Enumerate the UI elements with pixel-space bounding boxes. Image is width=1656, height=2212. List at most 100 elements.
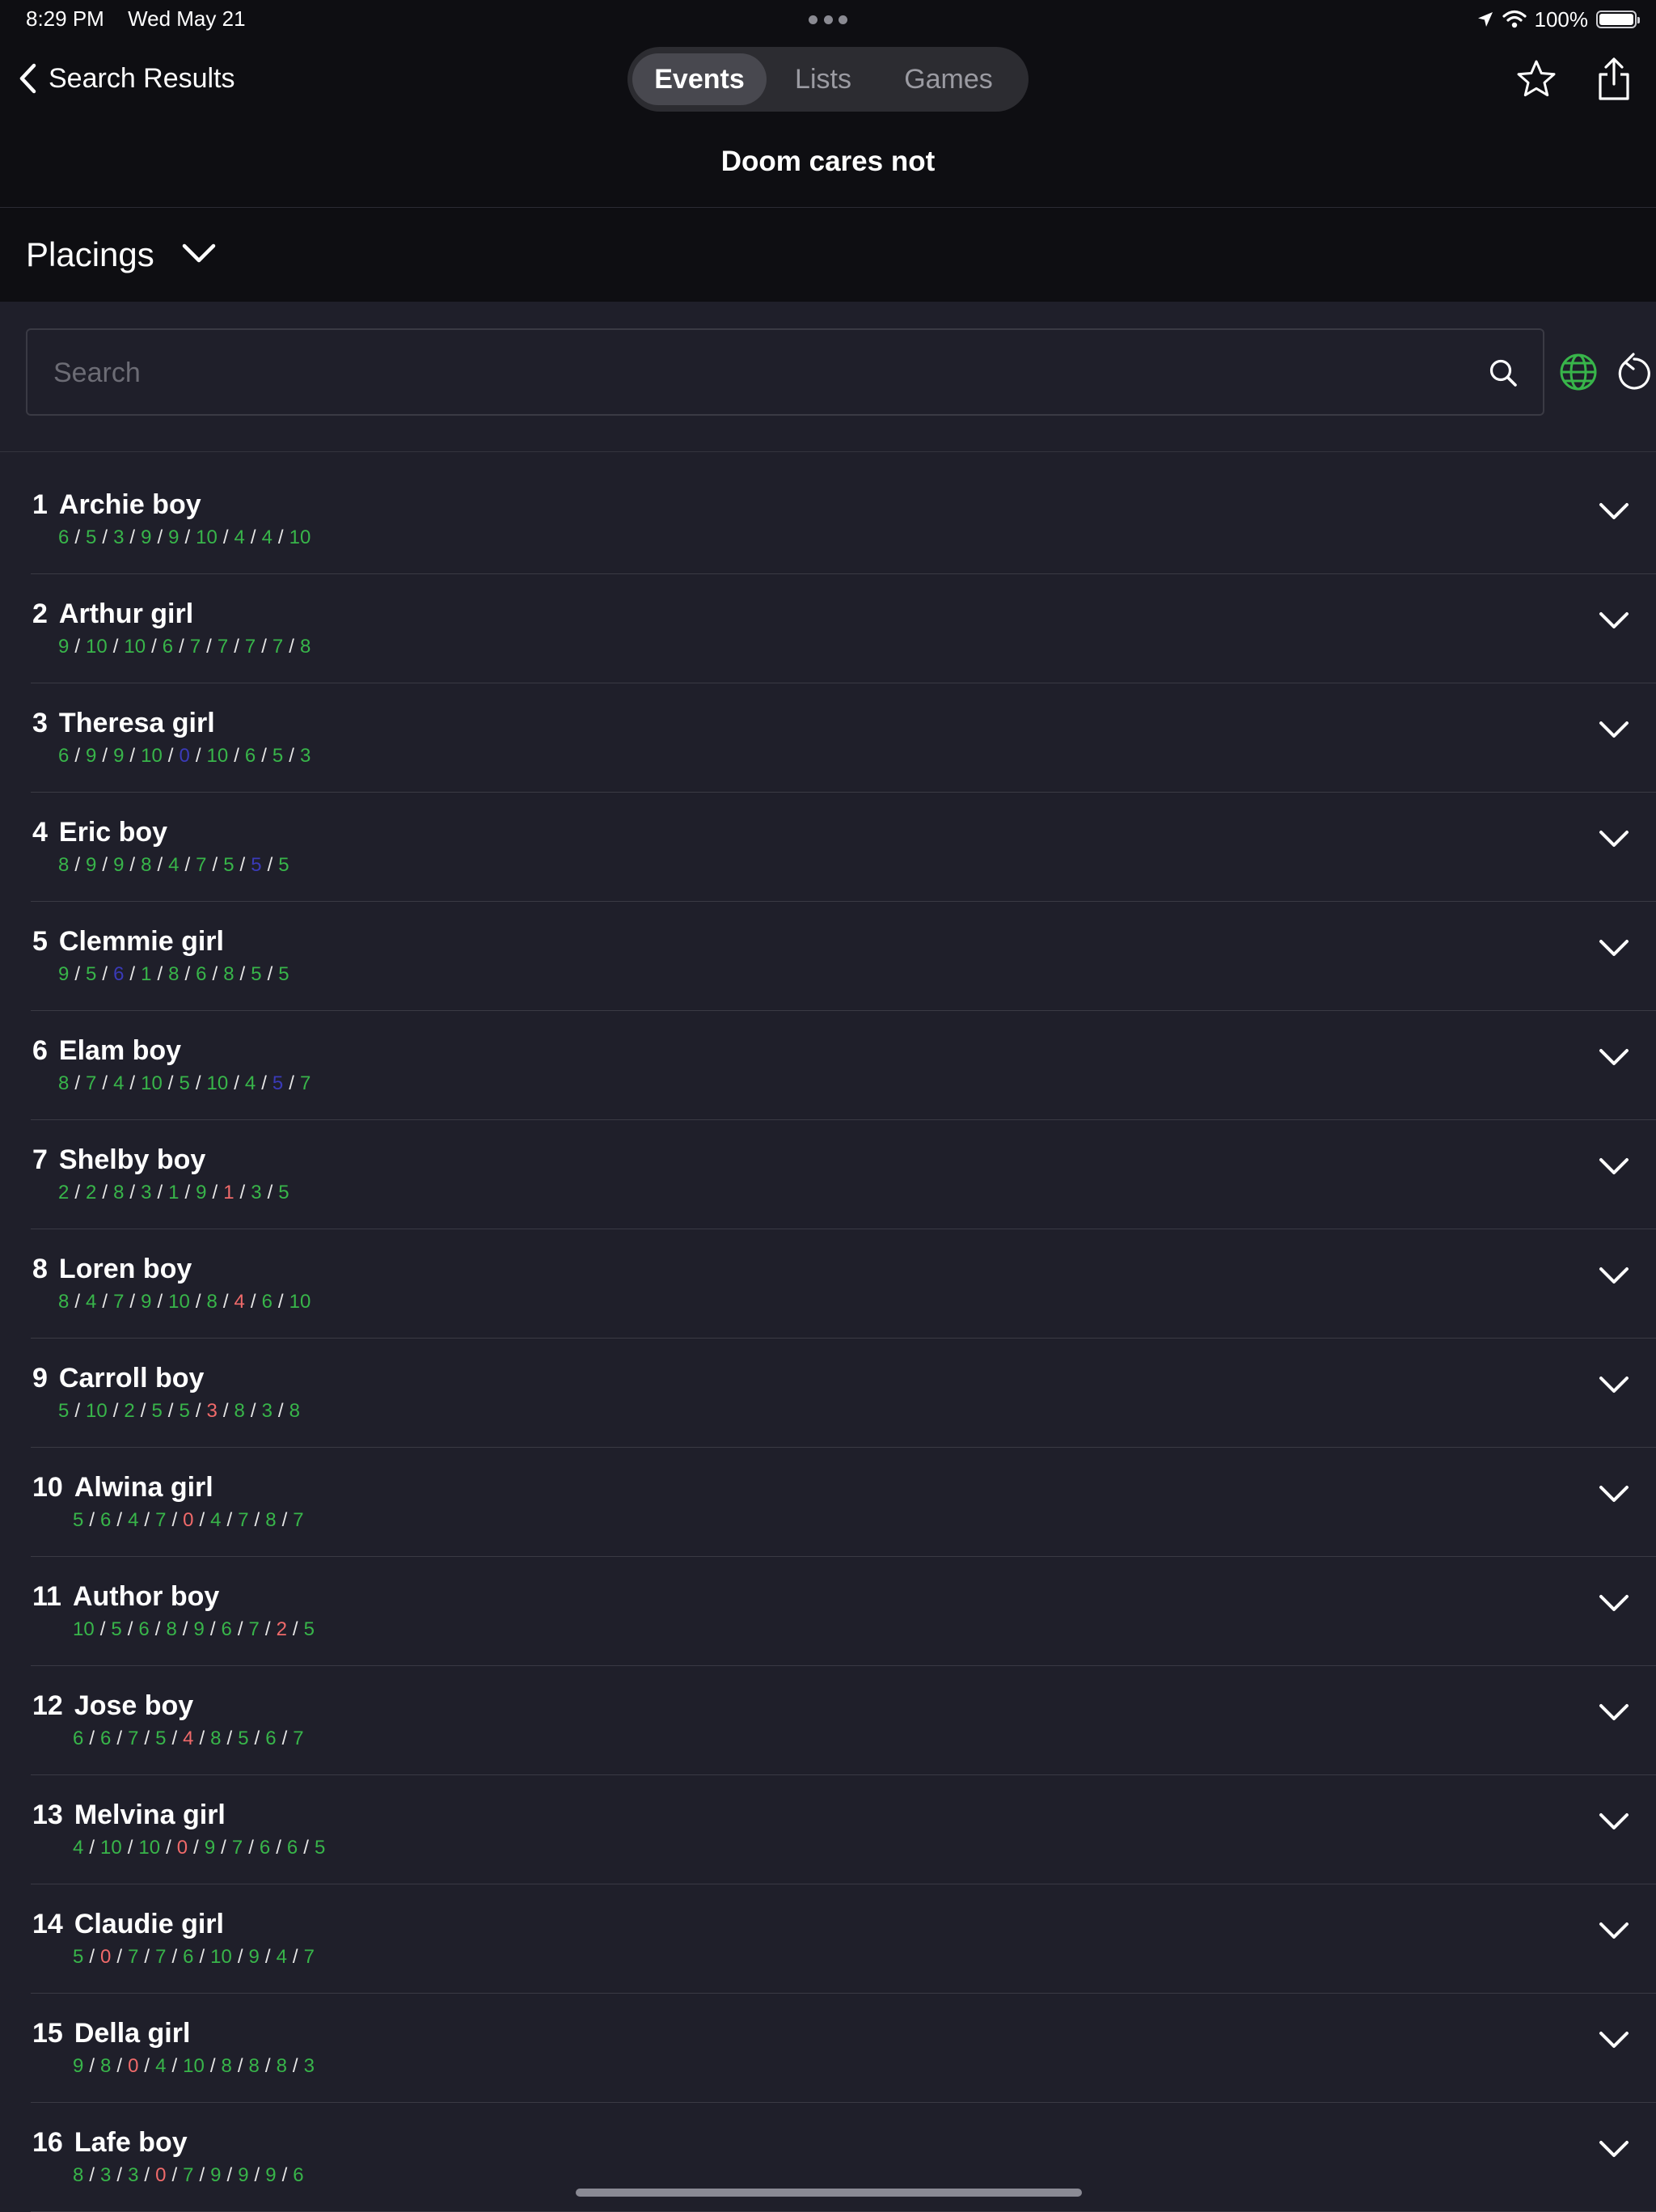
- multitasking-dots-icon[interactable]: [809, 8, 847, 31]
- list-item[interactable]: 13 Melvina girl 4/10/10/0/9/7/6/6/5: [31, 1775, 1656, 1884]
- row-name: Elam boy: [58, 1035, 182, 1066]
- score-value: 9: [204, 1837, 216, 1859]
- globe-icon[interactable]: [1559, 353, 1598, 391]
- chevron-down-icon[interactable]: [1598, 719, 1630, 740]
- back-button[interactable]: Search Results: [18, 58, 235, 99]
- score-value: 5: [73, 1946, 84, 1968]
- chevron-down-icon[interactable]: [1598, 1592, 1630, 1614]
- search-icon[interactable]: [1488, 357, 1519, 388]
- row-scores: 6/5/3/9/9/10/4/4/10: [58, 527, 310, 549]
- score-value: 9: [168, 527, 180, 548]
- score-value: 10: [168, 1291, 190, 1313]
- score-value: 9: [248, 1946, 260, 1968]
- list-item[interactable]: 3 Theresa girl 6/9/9/10/0/10/6/5/3: [31, 683, 1656, 793]
- score-separator: /: [171, 2055, 178, 2077]
- list-item[interactable]: 10 Alwina girl 5/6/4/7/0/4/7/8/7: [31, 1448, 1656, 1557]
- score-value: 6: [113, 963, 125, 985]
- score-value: 10: [141, 745, 163, 767]
- score-value: 7: [155, 1946, 167, 1968]
- dot: [839, 15, 847, 24]
- row-scores: 8/4/7/9/10/8/4/6/10: [58, 1291, 310, 1313]
- score-value: 9: [265, 2164, 277, 2186]
- tab-games[interactable]: Games: [880, 53, 1017, 105]
- chevron-down-icon[interactable]: [1598, 501, 1630, 522]
- score-separator: /: [250, 1291, 256, 1313]
- tab-lists[interactable]: Lists: [767, 53, 880, 105]
- score-separator: /: [206, 636, 212, 658]
- search-box: [26, 328, 1544, 416]
- row-rank: 5: [32, 926, 48, 957]
- score-value: 7: [183, 2164, 194, 2186]
- chevron-down-icon[interactable]: [1598, 1265, 1630, 1286]
- score-separator: /: [237, 2055, 243, 2077]
- score-value: 7: [217, 636, 229, 658]
- score-separator: /: [89, 1837, 95, 1859]
- row-rank: 4: [32, 817, 48, 848]
- chevron-down-icon[interactable]: [1598, 1920, 1630, 1941]
- chevron-down-icon[interactable]: [1598, 1483, 1630, 1504]
- score-value: 5: [272, 1072, 284, 1094]
- chevron-down-icon[interactable]: [1598, 1047, 1630, 1068]
- score-value: 6: [183, 1946, 194, 1968]
- chevron-down-icon[interactable]: [1598, 1374, 1630, 1395]
- chevron-down-icon[interactable]: [1598, 1156, 1630, 1177]
- row-rank: 11: [32, 1581, 61, 1612]
- score-separator: /: [129, 1182, 136, 1203]
- score-value: 5: [278, 1182, 289, 1203]
- row-title: 6 Elam boy: [32, 1035, 181, 1067]
- list-item[interactable]: 1 Archie boy 6/5/3/9/9/10/4/4/10: [31, 465, 1656, 574]
- chevron-down-icon[interactable]: [1598, 828, 1630, 849]
- score-separator: /: [234, 745, 239, 767]
- score-separator: /: [112, 636, 119, 658]
- search-input[interactable]: [52, 330, 1470, 416]
- score-value: 8: [299, 636, 311, 658]
- score-separator: /: [166, 1837, 171, 1859]
- score-value: 8: [206, 1291, 218, 1313]
- list-item[interactable]: 11 Author boy 10/5/6/8/9/6/7/2/5: [31, 1557, 1656, 1666]
- score-separator: /: [195, 1072, 201, 1094]
- score-separator: /: [289, 1072, 294, 1094]
- score-separator: /: [116, 1509, 123, 1531]
- row-scores: 10/5/6/8/9/6/7/2/5: [73, 1618, 315, 1641]
- tab-events[interactable]: Events: [632, 53, 767, 105]
- list-item[interactable]: 14 Claudie girl 5/0/7/7/6/10/9/4/7: [31, 1884, 1656, 1994]
- score-value: 5: [314, 1837, 326, 1859]
- chevron-down-icon[interactable]: [1598, 610, 1630, 631]
- status-indicators: 100%: [1476, 5, 1640, 34]
- share-icon[interactable]: [1596, 57, 1632, 102]
- score-value: 4: [168, 854, 180, 876]
- score-separator: /: [89, 2164, 95, 2186]
- list-item[interactable]: 8 Loren boy 8/4/7/9/10/8/4/6/10: [31, 1229, 1656, 1339]
- chevron-down-icon[interactable]: [1598, 1702, 1630, 1723]
- chevron-down-icon[interactable]: [1598, 937, 1630, 958]
- list-item[interactable]: 12 Jose boy 6/6/7/5/4/8/5/6/7: [31, 1666, 1656, 1775]
- score-separator: /: [267, 1182, 273, 1203]
- list-item[interactable]: 15 Della girl 9/8/0/4/10/8/8/8/3: [31, 1994, 1656, 2103]
- placings-selector[interactable]: Placings: [0, 208, 1656, 302]
- list-item[interactable]: 6 Elam boy 8/7/4/10/5/10/4/5/7: [31, 1011, 1656, 1120]
- score-separator: /: [209, 1618, 216, 1640]
- list-item[interactable]: 2 Arthur girl 9/10/10/6/7/7/7/7/8: [31, 574, 1656, 683]
- score-separator: /: [144, 2055, 150, 2077]
- chevron-down-icon[interactable]: [1598, 1811, 1630, 1832]
- score-separator: /: [226, 1509, 233, 1531]
- score-separator: /: [157, 527, 163, 548]
- list-item[interactable]: 9 Carroll boy 5/10/2/5/5/3/8/3/8: [31, 1339, 1656, 1448]
- score-separator: /: [184, 1182, 191, 1203]
- score-separator: /: [264, 2055, 271, 2077]
- home-indicator[interactable]: [576, 2189, 1082, 2197]
- score-value: 8: [168, 963, 180, 985]
- refresh-icon[interactable]: [1616, 353, 1653, 393]
- chevron-down-icon[interactable]: [1598, 2138, 1630, 2159]
- score-value: 10: [124, 636, 146, 658]
- list-item[interactable]: 7 Shelby boy 2/2/8/3/1/9/1/3/5: [31, 1120, 1656, 1229]
- star-icon[interactable]: [1515, 58, 1557, 100]
- list-item[interactable]: 4 Eric boy 8/9/9/8/4/7/5/5/5: [31, 793, 1656, 902]
- score-value: 10: [289, 527, 311, 548]
- score-value: 6: [196, 963, 207, 985]
- score-separator: /: [289, 636, 294, 658]
- chevron-down-icon[interactable]: [1598, 2029, 1630, 2050]
- list-item[interactable]: 5 Clemmie girl 9/5/6/1/8/6/8/5/5: [31, 902, 1656, 1011]
- row-scores: 6/9/9/10/0/10/6/5/3: [58, 745, 310, 768]
- score-value: 0: [176, 1837, 188, 1859]
